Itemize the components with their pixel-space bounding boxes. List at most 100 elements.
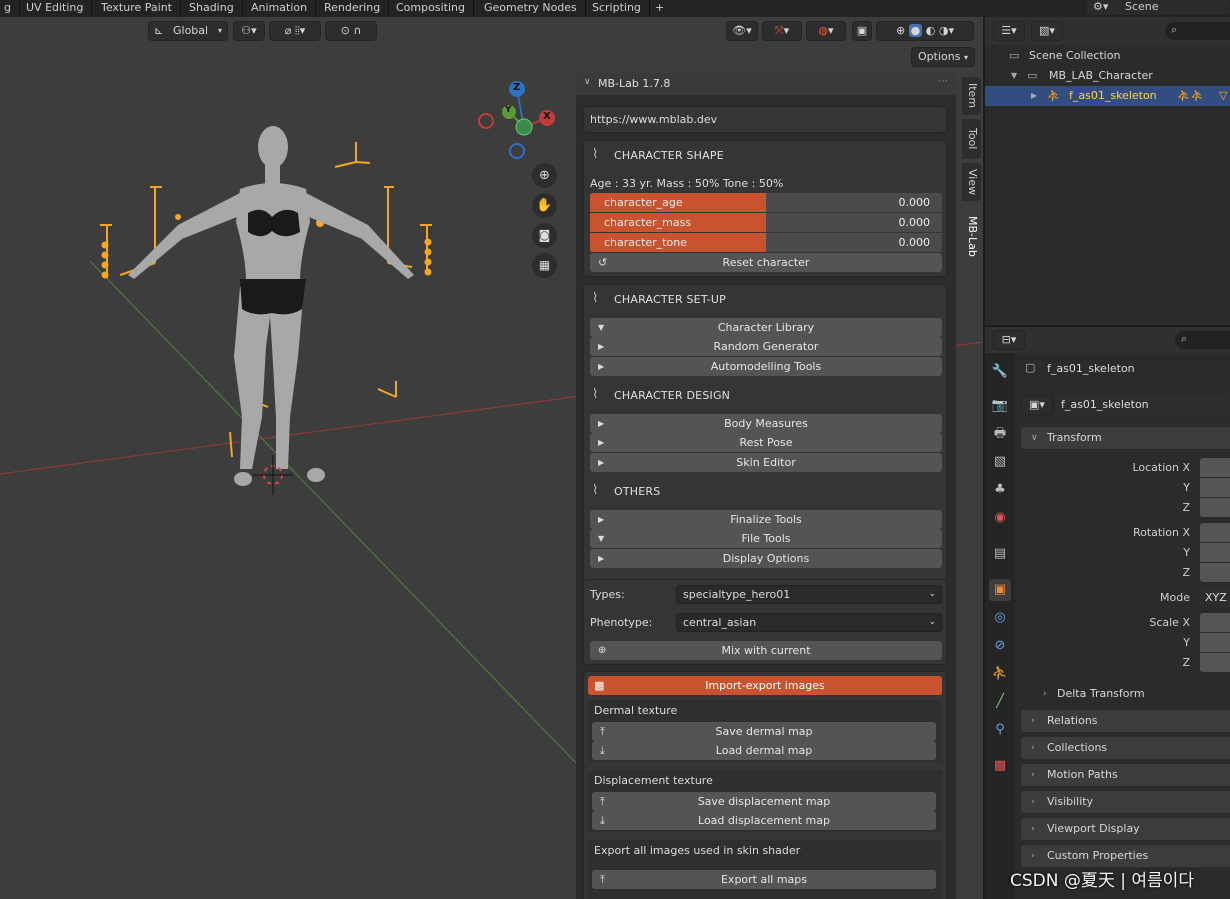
solid-shading-icon[interactable]: ● — [908, 24, 923, 37]
mix-with-current-button[interactable]: ⊕ Mix with current — [590, 641, 942, 660]
bone-icon[interactable]: ╱ — [989, 691, 1011, 713]
scene-selector[interactable]: ⚙▾ Scene — [1087, 0, 1230, 15]
delta-transform-subpanel[interactable]: › Delta Transform — [1033, 685, 1230, 703]
workspace-tab-geometry-nodes[interactable]: Geometry Nodes — [476, 0, 586, 17]
view-layer-icon[interactable]: ▧ — [989, 451, 1011, 473]
location-x-field[interactable] — [1200, 458, 1230, 477]
outliner-row-scene-collection[interactable]: ▭ Scene Collection — [985, 46, 1230, 66]
rest-pose-button[interactable]: ▶ Rest Pose — [590, 433, 942, 452]
overlay-toggle[interactable]: ◍▾ — [806, 21, 846, 41]
object-icon[interactable]: ▣ — [989, 579, 1011, 601]
rendered-shading-icon[interactable]: ◑ — [939, 24, 949, 37]
types-dropdown[interactable]: specialtype_hero01 ⌄ — [676, 585, 942, 604]
import-export-images-header[interactable]: ▩ Import-export images — [588, 676, 942, 695]
viewport-display-panel-header[interactable]: › Viewport Display — [1021, 818, 1230, 840]
location-z-field[interactable] — [1200, 498, 1230, 517]
tab-tool[interactable]: Tool — [962, 119, 981, 159]
rotation-z-field[interactable] — [1200, 563, 1230, 582]
pan-hand-icon[interactable]: ✋ — [532, 193, 557, 218]
tab-view[interactable]: View — [962, 163, 981, 201]
character-age-slider[interactable]: character_age 0.000 — [590, 193, 942, 212]
skin-editor-button[interactable]: ▶ Skin Editor — [590, 453, 942, 472]
workspace-tab-animation[interactable]: Animation — [243, 0, 317, 17]
drag-handle-icon[interactable]: ⋯ — [938, 76, 948, 87]
properties-search-input[interactable]: ⌕ — [1175, 331, 1230, 349]
perspective-grid-icon[interactable]: ▦ — [532, 253, 557, 278]
outliner-row-skeleton[interactable]: ▶ ⛹ f_as01_skeleton ⛹⛹ ▽ — [985, 86, 1230, 106]
tab-item[interactable]: Item — [962, 77, 981, 115]
rotation-y-field[interactable] — [1200, 543, 1230, 562]
world-icon[interactable]: ◉ — [989, 507, 1011, 529]
transform-panel-header[interactable]: ∨ Transform — [1021, 427, 1230, 449]
scale-y-field[interactable] — [1200, 633, 1230, 652]
scale-x-field[interactable] — [1200, 613, 1230, 632]
render-icon[interactable]: 📷 — [989, 395, 1011, 417]
proportional-editing-controls[interactable]: ⊙ ∩ — [325, 21, 377, 41]
workspace-tab-compositing[interactable]: Compositing — [388, 0, 474, 17]
texture-icon[interactable]: ▩ — [989, 755, 1011, 777]
character-tone-slider[interactable]: character_tone 0.000 — [590, 233, 942, 252]
collection-icon[interactable]: ▤ — [989, 543, 1011, 565]
camera-view-icon[interactable]: ◙ — [532, 223, 557, 248]
object-name-field[interactable]: f_as01_skeleton — [1055, 395, 1230, 415]
rotation-mode-dropdown[interactable]: XYZ — [1200, 588, 1230, 607]
workspace-tab-texture-paint[interactable]: Texture Paint — [93, 0, 181, 17]
visibility-panel-header[interactable]: › Visibility — [1021, 791, 1230, 813]
display-mode-dropdown[interactable]: ☰▾ — [993, 21, 1025, 41]
outliner-row-mb-lab-character[interactable]: ▼ ▭ MB_LAB_Character — [985, 66, 1230, 86]
options-dropdown[interactable]: Options ▾ — [911, 47, 975, 67]
rotation-x-field[interactable] — [1200, 523, 1230, 542]
random-generator-button[interactable]: ▶ Random Generator — [590, 337, 942, 356]
location-y-field[interactable] — [1200, 478, 1230, 497]
body-measures-button[interactable]: ▶ Body Measures — [590, 414, 942, 433]
constraints-icon[interactable]: ⊘ — [989, 635, 1011, 657]
pivot-point-dropdown[interactable]: ⚇▾ — [233, 21, 265, 41]
panel-title-bar[interactable]: ∨ MB-Lab 1.7.8 ⋯ — [576, 73, 956, 95]
workspace-tab-scripting[interactable]: Scripting — [584, 0, 650, 17]
zoom-icon[interactable]: ⊕ — [532, 163, 557, 188]
armature-data-icon[interactable]: ⛹ — [989, 663, 1011, 685]
shading-mode-buttons[interactable]: ⊕ ● ◐ ◑▾ — [876, 21, 974, 41]
visibility-dropdown[interactable]: 👁▾ — [726, 21, 758, 41]
save-dermal-map-button[interactable]: ⤒ Save dermal map — [592, 722, 936, 741]
xray-toggle[interactable]: ▣ — [852, 21, 872, 41]
finalize-tools-button[interactable]: ▶ Finalize Tools — [590, 510, 942, 529]
output-icon[interactable]: 🖶 — [989, 423, 1011, 445]
custom-properties-panel-header[interactable]: › Custom Properties — [1021, 845, 1230, 867]
material-shading-icon[interactable]: ◐ — [926, 24, 936, 37]
filter-dropdown[interactable]: ▧▾ — [1031, 21, 1063, 41]
collections-panel-header[interactable]: › Collections — [1021, 737, 1230, 759]
load-dermal-map-button[interactable]: ⤓ Load dermal map — [592, 741, 936, 760]
save-displacement-map-button[interactable]: ⤒ Save displacement map — [592, 792, 936, 811]
outliner-search-input[interactable]: ⌕ — [1165, 22, 1230, 40]
mblab-url[interactable]: https://www.mblab.dev — [590, 113, 717, 126]
workspace-tab-rendering[interactable]: Rendering — [316, 0, 390, 17]
automodelling-tools-button[interactable]: ▶ Automodelling Tools — [590, 357, 942, 376]
transform-orientation-dropdown[interactable]: ⊾ Global ▾ — [148, 21, 228, 41]
bone-constraint-icon[interactable]: ⚲ — [989, 719, 1011, 741]
scene-icon[interactable]: ♣ — [989, 479, 1011, 501]
wireframe-shading-icon[interactable]: ⊕ — [896, 24, 905, 37]
character-library-button[interactable]: ▼ Character Library — [590, 318, 942, 337]
gizmo-toggle[interactable]: ⤧▾ — [762, 21, 802, 41]
file-tools-button[interactable]: ▼ File Tools — [590, 529, 942, 548]
workspace-tab-layout[interactable]: g — [0, 0, 20, 17]
add-workspace-button[interactable]: + — [647, 0, 672, 17]
load-displacement-map-button[interactable]: ⤓ Load displacement map — [592, 811, 936, 830]
export-all-maps-button[interactable]: ⤒ Export all maps — [592, 870, 936, 889]
tab-mb-lab[interactable]: MB-Lab — [962, 207, 981, 265]
display-options-button[interactable]: ▶ Display Options — [590, 549, 942, 568]
scale-z-field[interactable] — [1200, 653, 1230, 672]
editor-type-dropdown[interactable]: ⊟▾ — [993, 330, 1025, 350]
character-mass-slider[interactable]: character_mass 0.000 — [590, 213, 942, 232]
physics-icon[interactable]: ◎ — [989, 607, 1011, 629]
phenotype-dropdown[interactable]: central_asian ⌄ — [676, 613, 942, 632]
tool-icon[interactable]: 🔧 — [989, 361, 1011, 383]
workspace-tab-uv-editing[interactable]: UV Editing — [18, 0, 93, 17]
reset-character-button[interactable]: ↺ Reset character — [590, 253, 942, 272]
snapping-controls[interactable]: ⌀ ⦙⦙▾ — [269, 21, 321, 41]
workspace-tab-shading[interactable]: Shading — [181, 0, 243, 17]
relations-panel-header[interactable]: › Relations — [1021, 710, 1230, 732]
motion-paths-panel-header[interactable]: › Motion Paths — [1021, 764, 1230, 786]
object-browse-dropdown[interactable]: ▣▾ — [1021, 395, 1053, 415]
